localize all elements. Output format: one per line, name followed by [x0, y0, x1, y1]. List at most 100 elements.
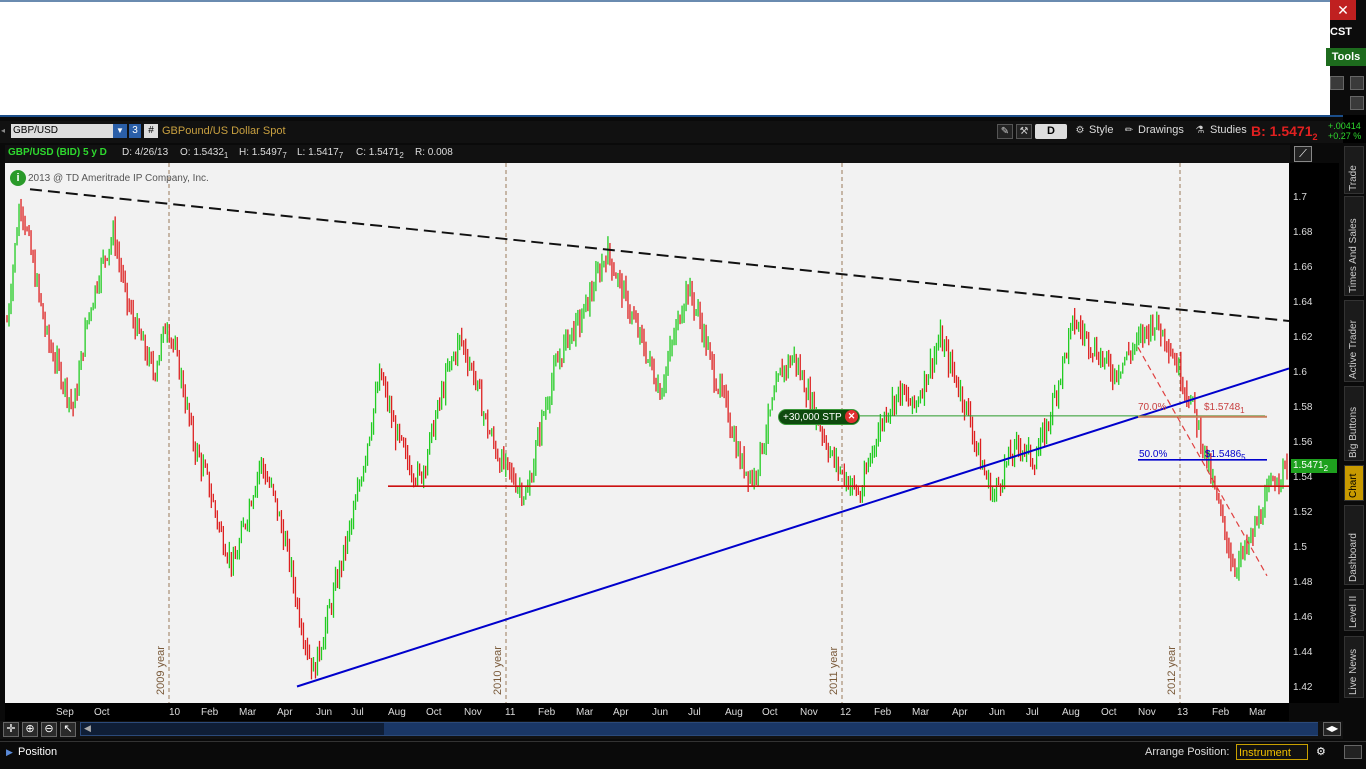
last-price-tag: 1.54712	[1291, 459, 1337, 473]
y-tick-label: 1.66	[1293, 262, 1313, 273]
x-tick-label: Aug	[1062, 707, 1080, 718]
bid-price: B: 1.54712	[1251, 123, 1318, 142]
pencil-icon[interactable]: ✏	[1121, 124, 1137, 139]
cancel-order-icon[interactable]: ✕	[845, 410, 858, 423]
x-tick-label: 11	[505, 707, 516, 718]
detach-icon[interactable]	[1350, 96, 1364, 110]
grip-icon[interactable]: ◂	[1, 126, 9, 136]
style-icon[interactable]: ⚙	[1072, 124, 1088, 139]
crosshair-icon[interactable]: ✛	[3, 722, 19, 737]
side-tab-big-buttons[interactable]: Big Buttons	[1344, 386, 1364, 461]
x-tick-label: 12	[840, 707, 852, 718]
y-tick-label: 1.52	[1293, 507, 1313, 518]
y-tick-label: 1.42	[1293, 682, 1313, 693]
style-menu[interactable]: Style	[1089, 124, 1113, 136]
info-icon[interactable]: i	[10, 170, 26, 186]
x-tick-label: Oct	[1101, 707, 1117, 718]
info-open: O: 1.54321	[180, 147, 229, 160]
chart-type-icon[interactable]: ⟋	[1294, 146, 1312, 162]
change-percent: +0.27 %	[1328, 131, 1362, 141]
x-tick-label: Oct	[426, 707, 442, 718]
y-tick-label: 1.56	[1293, 437, 1313, 448]
info-range: R: 0.008	[415, 147, 453, 158]
fib-70-level: 70.0%	[1138, 402, 1167, 413]
year-label: 2011 year	[828, 646, 840, 695]
year-label: 2012 year	[1166, 646, 1178, 695]
link-group-button[interactable]: 3	[129, 124, 141, 138]
x-tick-label: 13	[1177, 707, 1189, 718]
timezone-label: CST	[1330, 26, 1352, 38]
x-tick-label: Aug	[388, 707, 406, 718]
x-tick-label: Nov	[800, 707, 818, 718]
side-tab-active-trader[interactable]: Active Trader	[1344, 300, 1364, 382]
year-label: 2009 year	[155, 646, 167, 695]
x-tick-label: Apr	[613, 707, 629, 718]
x-tick-label: Sep	[56, 707, 74, 718]
y-tick-label: 1.44	[1293, 647, 1313, 658]
studies-menu[interactable]: Studies	[1210, 124, 1247, 136]
cursor-icon[interactable]: ↖	[60, 722, 76, 737]
side-tab-times-and-sales[interactable]: Times And Sales	[1344, 196, 1364, 296]
y-tick-label: 1.6	[1293, 367, 1307, 378]
x-tick-label: Apr	[277, 707, 293, 718]
side-tab-chart[interactable]: Chart	[1344, 465, 1364, 501]
expand-arrow-icon[interactable]: ▶	[6, 747, 13, 758]
wrench-icon[interactable]: ⚒	[1016, 124, 1032, 139]
zoom-in-icon[interactable]: ⊕	[22, 722, 38, 737]
x-tick-label: Nov	[464, 707, 482, 718]
x-tick-label: Feb	[874, 707, 892, 718]
x-tick-label: Mar	[1249, 707, 1267, 718]
restore-icon[interactable]	[1350, 76, 1364, 90]
y-tick-label: 1.5	[1293, 542, 1307, 553]
scroll-left-icon[interactable]: ◀	[84, 723, 91, 734]
close-button[interactable]: ✕	[1330, 0, 1356, 20]
info-date: D: 4/26/13	[122, 147, 169, 158]
minimize-icon[interactable]	[1330, 76, 1344, 90]
price-chart[interactable]	[5, 163, 1289, 703]
info-symbol: GBP/USD (BID) 5 y D	[8, 147, 107, 158]
side-tab-dashboard[interactable]: Dashboard	[1344, 505, 1364, 585]
arrange-position-select[interactable]: Instrument	[1236, 744, 1308, 760]
change-absolute: +.00414	[1328, 121, 1361, 131]
x-tick-label: Feb	[1212, 707, 1230, 718]
side-tab-level-ii[interactable]: Level II	[1344, 589, 1364, 631]
expand-icon[interactable]: ◀▶	[1323, 722, 1341, 736]
x-tick-label: Mar	[912, 707, 930, 718]
info-close: C: 1.54712	[356, 147, 404, 160]
symbol-description: GBPound/US Dollar Spot	[162, 125, 286, 137]
x-tick-label: Feb	[538, 707, 556, 718]
position-panel-toggle[interactable]: Position	[18, 746, 57, 758]
x-tick-label: Nov	[1138, 707, 1156, 718]
resistance-trendline	[29, 188, 1289, 322]
x-tick-label: Mar	[576, 707, 594, 718]
side-tab-trade[interactable]: Trade	[1344, 146, 1364, 194]
x-tick-label: Feb	[201, 707, 219, 718]
x-tick-label: Jul	[351, 707, 364, 718]
side-tab-live-news[interactable]: Live News	[1344, 636, 1364, 698]
drawing-tool-icon[interactable]: ✎	[997, 124, 1013, 139]
layout-icon[interactable]	[1344, 745, 1362, 759]
y-tick-label: 1.58	[1293, 402, 1313, 413]
x-tick-label: Oct	[762, 707, 778, 718]
scrollbar-thumb[interactable]	[384, 723, 1318, 735]
zoom-out-icon[interactable]: ⊖	[41, 722, 57, 737]
year-label: 2010 year	[492, 646, 504, 695]
x-tick-label: Jun	[316, 707, 333, 718]
arrange-position-label: Arrange Position:	[1145, 746, 1230, 758]
blank-panel	[0, 0, 1330, 115]
copyright-notice: 2013 @ TD Ameritrade IP Company, Inc.	[28, 173, 209, 184]
fib-70-price: $1.57481	[1204, 402, 1245, 415]
x-tick-label: Oct	[94, 707, 110, 718]
symbol-dropdown-icon[interactable]: ▼	[113, 124, 127, 138]
time-axis[interactable]	[5, 703, 1289, 721]
drawings-menu[interactable]: Drawings	[1138, 124, 1184, 136]
studies-icon[interactable]: ⚗	[1192, 124, 1208, 139]
settings-icon[interactable]: ⚙	[1316, 745, 1326, 758]
info-high: H: 1.54977	[239, 147, 287, 160]
x-tick-label: Jul	[1026, 707, 1039, 718]
tools-button[interactable]: Tools	[1326, 48, 1366, 66]
period-button[interactable]: D	[1035, 124, 1067, 139]
fib-50-level: 50.0%	[1139, 449, 1168, 460]
symbol-input[interactable]: GBP/USD	[11, 124, 113, 138]
hash-button[interactable]: #	[144, 124, 158, 138]
